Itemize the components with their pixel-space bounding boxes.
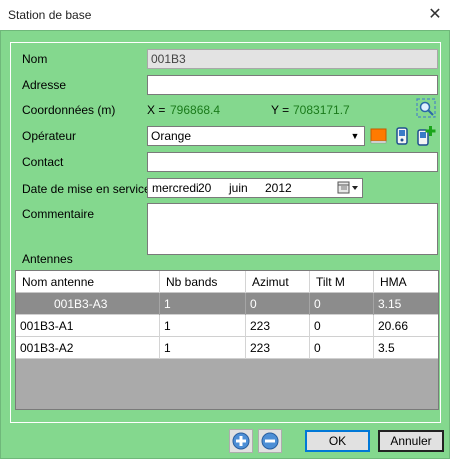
phone-edit-icon[interactable]	[393, 126, 413, 146]
col-azimut[interactable]: Azimut	[246, 271, 310, 293]
close-button[interactable]: ✕	[420, 0, 450, 30]
col-hma[interactable]: HMA	[374, 271, 438, 293]
operateur-value: Orange	[151, 129, 192, 143]
title-bar: Station de base ✕	[0, 0, 450, 30]
date-weekday: mercredi	[152, 181, 199, 195]
nom-field[interactable]: 001B3	[147, 49, 438, 69]
cell-tilt: 0	[310, 293, 374, 315]
plus-circle-icon	[232, 432, 250, 450]
orange-color-icon[interactable]	[370, 127, 390, 147]
col-tilt-m[interactable]: Tilt M	[310, 271, 374, 293]
magnifier-target-icon[interactable]	[416, 98, 436, 118]
date-day: 20	[198, 181, 212, 195]
x-value: 796868.4	[170, 103, 221, 117]
cell-nom: 001B3-A2	[16, 337, 160, 359]
window-title: Station de base	[8, 8, 92, 22]
cell-hma: 3.5	[378, 341, 395, 355]
cell-tilt: 0	[310, 337, 374, 359]
col-nom-antenne[interactable]: Nom antenne	[16, 271, 160, 293]
table-header: Nom antenne Nb bands Azimut Tilt M HMA	[16, 271, 438, 293]
antennes-label: Antennes	[22, 252, 73, 266]
commentaire-field[interactable]	[147, 203, 438, 255]
chevron-down-icon[interactable]: ▼	[348, 127, 362, 145]
cell-azimut: 0	[246, 293, 310, 315]
adresse-field[interactable]	[147, 75, 438, 95]
cell-nom: 001B3-A1	[16, 315, 160, 337]
cell-tilt: 0	[310, 315, 374, 337]
y-label: Y =	[271, 103, 290, 117]
coordonnees-label: Coordonnées (m)	[22, 103, 116, 117]
remove-antenna-button[interactable]	[258, 429, 282, 453]
cell-azimut: 223	[246, 315, 310, 337]
table-row[interactable]: 001B3-A2 1 223 0 3.5	[16, 337, 438, 359]
calendar-icon[interactable]	[337, 181, 361, 195]
y-value: 7083171.7	[293, 103, 350, 117]
cell-nb-bands: 1	[160, 337, 246, 359]
cell-azimut: 223	[246, 337, 310, 359]
cell-nom: 001B3-A3	[16, 293, 160, 315]
cell-nb-bands: 1	[160, 293, 246, 315]
date-label: Date de mise en service	[22, 182, 151, 196]
cell-hma: 20.66	[378, 319, 409, 333]
contact-label: Contact	[22, 155, 64, 169]
x-label: X =	[147, 103, 166, 117]
ok-button[interactable]: OK	[305, 430, 370, 452]
col-nb-bands[interactable]: Nb bands	[160, 271, 246, 293]
add-antenna-button[interactable]	[229, 429, 253, 453]
date-month: juin	[229, 181, 248, 195]
date-picker[interactable]: mercredi 20 juin 2012	[147, 178, 363, 198]
adresse-label: Adresse	[22, 78, 67, 92]
operateur-label: Opérateur	[22, 129, 77, 143]
operateur-select[interactable]: Orange ▼	[147, 126, 365, 146]
cell-nb-bands: 1	[160, 315, 246, 337]
table-row[interactable]: 001B3-A3 1 0 0 3.15	[16, 293, 438, 315]
cancel-button[interactable]: Annuler	[378, 430, 444, 452]
antennes-table: Nom antenne Nb bands Azimut Tilt M HMA 0…	[15, 270, 439, 410]
contact-field[interactable]	[147, 152, 438, 172]
date-year: 2012	[265, 181, 292, 195]
minus-circle-icon	[261, 432, 279, 450]
nom-label: Nom	[22, 52, 48, 66]
table-row[interactable]: 001B3-A1 1 223 0 20.66	[16, 315, 438, 337]
cell-hma: 3.15	[378, 297, 402, 311]
phone-add-icon[interactable]	[416, 125, 436, 146]
commentaire-label: Commentaire	[22, 207, 95, 221]
